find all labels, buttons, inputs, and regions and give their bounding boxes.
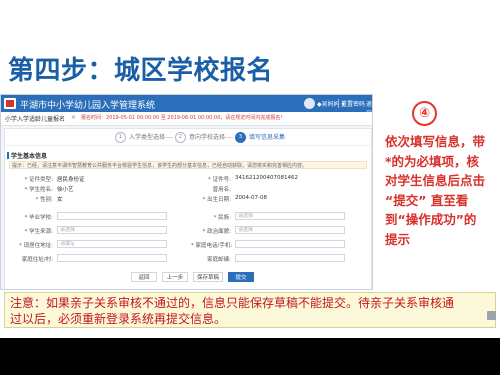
step-3-label: 填写信息采集 xyxy=(249,134,286,141)
step-1-number: 1 xyxy=(115,132,126,143)
student-source-select[interactable]: 请选择 xyxy=(57,226,167,234)
phone-input[interactable] xyxy=(235,240,345,248)
step-connector xyxy=(165,137,173,138)
step-2[interactable]: 2 意向学校选择 xyxy=(175,132,226,143)
back-button[interactable]: 返回 xyxy=(131,272,157,282)
field-label-id-number: * 证件号: xyxy=(208,177,231,183)
note-text: 注意：如果亲子关系审核不通过的，信息只能保存草稿不能提交。待亲子关系审核通 过以… xyxy=(10,295,494,327)
app-window: 平湖市中小学幼儿园入学管理系统 ◆吴妈妈 ▾ 重置密码 退出 小学入学适龄儿童报… xyxy=(0,94,373,290)
instruction-text: 依次填写信息，带 *的为必填项，核 对学生信息后点击 “提交” 直至看 到“操作… xyxy=(385,132,497,249)
step-connector xyxy=(225,137,233,138)
section-marker xyxy=(7,152,9,159)
graduated-school-input[interactable] xyxy=(57,212,167,220)
section-title: 学生基本信息 xyxy=(11,153,48,160)
instruction-line: “提交” 直至看 xyxy=(385,192,469,208)
instruction-line: *的为必填项，核 xyxy=(385,153,480,169)
instruction-line: 依次填写信息，带 xyxy=(385,134,486,149)
home-address-input[interactable] xyxy=(57,254,167,262)
field-label-id-type: * 证件类型: xyxy=(24,177,53,183)
app-header: 平湖市中小学幼儿园入学管理系统 ◆吴妈妈 ▾ 重置密码 退出 xyxy=(1,95,372,117)
app-logo-icon xyxy=(4,98,16,109)
field-label-graduated-school: * 毕业学校: xyxy=(24,215,53,221)
step-3-number: 3 xyxy=(235,132,246,143)
field-label-political-status: * 政治面貌: xyxy=(202,229,231,235)
app-title: 平湖市中小学幼儿园入学管理系统 xyxy=(20,101,156,111)
save-draft-button[interactable]: 保存草稿 xyxy=(193,272,223,282)
avatar[interactable] xyxy=(304,98,315,109)
field-label-former-name: 曾用名: xyxy=(212,187,231,193)
field-label-birth-date: * 出生日期: xyxy=(202,197,231,203)
note-line: 注意：如果亲子关系审核不通过的，信息只能保存草稿不能提交。待亲子关系审核通 xyxy=(10,296,455,310)
current-address-input[interactable]: 请填写 xyxy=(57,240,167,248)
instruction-line: 对学生信息后点击 xyxy=(385,173,486,188)
birth-date-value: 2004-07-08 xyxy=(235,195,267,201)
field-label-phone: * 家庭电话/手机: xyxy=(191,243,233,249)
id-number-value: 341621200407081462 xyxy=(235,175,298,181)
enrollment-notice: 报名时间：2019-05-01 00:00:00 至 2019-06-01 00… xyxy=(81,115,286,121)
step-2-number: 2 xyxy=(175,132,186,143)
corner-icon xyxy=(487,311,496,320)
step-2-label: 意向学校选择 xyxy=(189,134,226,141)
info-hint: 提示：已经，请注意平湖市智慧教育公共服务平台核验学生信息，该学生的部分基本信息，… xyxy=(9,161,367,169)
tab-enrollment[interactable]: 小学入学适龄儿童报名 xyxy=(5,114,65,123)
reset-password-link[interactable]: 重置密码 xyxy=(341,99,365,108)
note-line: 过以后，必须重新登录系统再提交信息。 xyxy=(10,312,227,326)
step-indicator: 1 入学类型选择 2 意向学校选择 3 填写信息采集 xyxy=(5,129,371,146)
step-3[interactable]: 3 填写信息采集 xyxy=(235,132,286,143)
instruction-line: 提示 xyxy=(385,231,411,247)
tab-close-icon[interactable]: × xyxy=(71,114,76,121)
gender-value: 女 xyxy=(57,197,63,203)
bottom-black-bar xyxy=(0,338,500,375)
field-label-student-name: * 学生姓名: xyxy=(24,187,53,193)
button-row: 返回 上一步 保存草稿 提交 xyxy=(5,272,371,283)
instruction-line: 到“操作成功”的 xyxy=(385,212,477,227)
step-1-label: 入学类型选择 xyxy=(129,134,166,141)
slide-title: 第四步：城区学校报名 xyxy=(8,56,274,86)
id-type-value[interactable]: 居民身份证 xyxy=(57,175,85,183)
field-label-student-source: * 学生来源: xyxy=(24,229,53,235)
prev-step-button[interactable]: 上一步 xyxy=(162,272,188,282)
political-status-select[interactable]: 请选择 xyxy=(235,226,345,234)
field-label-postcode: 家庭邮编: xyxy=(207,257,231,263)
student-name-value: 徐小艺 xyxy=(57,187,74,193)
postcode-input[interactable] xyxy=(235,254,345,262)
form-card: 1 入学类型选择 2 意向学校选择 3 填写信息采集 学生基本信息 提示：已经，请注意… xyxy=(4,128,372,289)
header-divider xyxy=(338,99,339,108)
field-label-ethnicity: * 民族: xyxy=(213,215,231,221)
step-1[interactable]: 1 入学类型选择 xyxy=(115,132,166,143)
note-box: 注意：如果亲子关系审核不通过的，信息只能保存草稿不能提交。待亲子关系审核通 过以… xyxy=(4,292,496,328)
field-label-gender: * 性别: xyxy=(35,197,53,203)
submit-button[interactable]: 提交 xyxy=(228,272,254,282)
field-label-current-address: * 现居住地址: xyxy=(19,243,53,249)
step-number-badge: ④ xyxy=(412,101,437,126)
ethnicity-select[interactable]: 请选择 xyxy=(235,212,345,220)
tab-bar: 小学入学适龄儿童报名 × 报名时间：2019-05-01 00:00:00 至 … xyxy=(1,112,372,126)
field-label-home-address: 家庭住址/村: xyxy=(21,257,53,263)
